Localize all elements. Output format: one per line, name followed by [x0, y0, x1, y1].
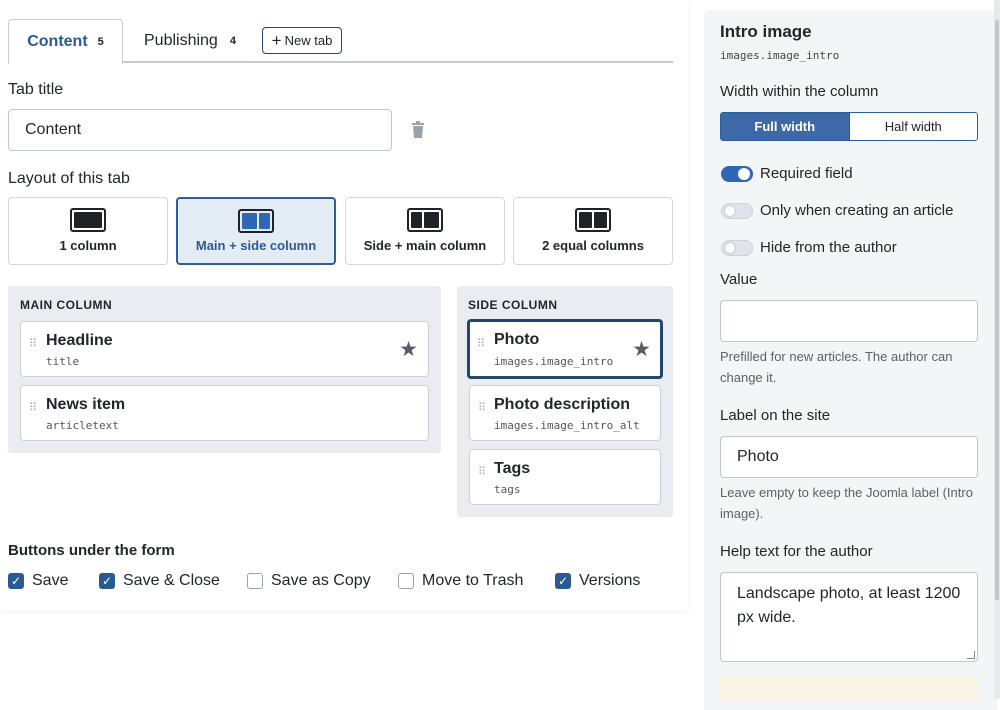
layout-option-main-side[interactable]: Main + side column: [176, 197, 336, 265]
toggle-label: Hide from the author: [760, 239, 897, 256]
field-name: Photo description: [494, 396, 630, 413]
drag-handle-icon[interactable]: ⠿: [477, 339, 485, 356]
field-name: Photo: [494, 331, 540, 348]
resize-handle-icon[interactable]: [967, 651, 975, 659]
tab-label: Content: [27, 33, 88, 50]
trash-icon[interactable]: [410, 121, 426, 138]
panel-field-code: images.image_intro: [720, 49, 840, 62]
tab-title-label: Tab title: [8, 81, 64, 98]
field-code: title: [46, 355, 80, 368]
help-text-label: Help text for the author: [720, 543, 873, 560]
field-card-photo-description[interactable]: ⠿ Photo description images.image_intro_a…: [469, 385, 661, 441]
checkmark-icon[interactable]: ✓: [555, 573, 571, 589]
toggle-label: Required field: [760, 165, 853, 182]
site-label-input[interactable]: Photo: [720, 436, 978, 478]
field-code: images.image_intro: [494, 355, 614, 368]
scrollbar-track[interactable]: [994, 0, 1000, 699]
help-text-textarea[interactable]: Landscape photo, at least 1200 px wide.: [720, 572, 978, 662]
main-side-column-icon: [238, 209, 274, 233]
checkbox-empty[interactable]: [247, 573, 263, 589]
layout-option-label: Side + main column: [363, 238, 487, 253]
field-code: images.image_intro_alt: [494, 419, 640, 432]
layout-option-label: 2 equal columns: [542, 238, 644, 253]
checkbox-move-to-trash[interactable]: Move to Trash: [398, 572, 523, 590]
new-tab-label: New tab: [284, 33, 333, 48]
new-tab-button[interactable]: + New tab: [262, 27, 342, 54]
side-main-column-icon: [407, 208, 443, 232]
layout-option-label: 1 column: [59, 238, 117, 253]
toggle-label: Only when creating an article: [760, 202, 954, 219]
checkbox-empty[interactable]: [398, 573, 414, 589]
drag-handle-icon[interactable]: ⠿: [478, 403, 486, 420]
main-column-heading: MAIN COLUMN: [20, 298, 113, 312]
tab-count-badge: 5: [97, 36, 104, 48]
field-card-news-item[interactable]: ⠿ News item articletext: [20, 385, 429, 441]
width-option-full[interactable]: Full width: [721, 113, 849, 140]
value-help-text: Prefilled for new articles. The author c…: [720, 349, 953, 385]
layout-label: Layout of this tab: [8, 170, 130, 187]
field-card-headline[interactable]: ⠿ Headline title ★: [20, 321, 429, 377]
checkbox-save[interactable]: ✓ Save: [8, 572, 68, 590]
layout-option-label: Main + side column: [195, 238, 317, 253]
drag-handle-icon[interactable]: ⠿: [478, 467, 486, 484]
tab-publishing[interactable]: Publishing 4: [144, 19, 236, 63]
field-name: Tags: [494, 460, 531, 477]
toggle-hide-author[interactable]: [721, 240, 753, 256]
side-column-zone: SIDE COLUMN ⠿ Photo images.image_intro ★…: [457, 286, 673, 517]
checkbox-label: Save: [32, 572, 69, 589]
drag-handle-icon[interactable]: ⠿: [29, 403, 37, 420]
checkmark-icon[interactable]: ✓: [99, 573, 115, 589]
notice-box: [720, 678, 978, 699]
field-card-tags[interactable]: ⠿ Tags tags: [469, 449, 661, 505]
main-column-zone: MAIN COLUMN ⠿ Headline title ★ ⠿ News it…: [8, 286, 441, 453]
plus-icon: +: [271, 30, 282, 50]
one-column-icon: [70, 208, 106, 232]
checkbox-save-close[interactable]: ✓ Save & Close: [99, 572, 220, 590]
checkbox-label: Save & Close: [123, 572, 220, 589]
buttons-heading: Buttons under the form: [8, 542, 175, 559]
width-label: Width within the column: [720, 83, 879, 100]
tab-content[interactable]: Content 5: [8, 19, 123, 64]
two-equal-columns-icon: [575, 208, 611, 232]
star-icon[interactable]: ★: [399, 337, 418, 362]
tab-count-badge: 4: [229, 35, 236, 47]
checkbox-label: Versions: [579, 572, 641, 589]
drag-handle-icon[interactable]: ⠿: [29, 339, 37, 356]
value-input[interactable]: [720, 300, 978, 342]
panel-title: Intro image: [720, 22, 812, 41]
site-label-label: Label on the site: [720, 407, 831, 424]
value-label: Value: [720, 271, 758, 288]
tab-label: Publishing: [144, 32, 218, 49]
field-code: articletext: [46, 419, 119, 432]
checkbox-label: Save as Copy: [271, 572, 371, 589]
width-option-half[interactable]: Half width: [848, 113, 977, 140]
editor-panel: Content 5 Publishing 4 + New tab Tab tit…: [0, 0, 688, 610]
side-column-heading: SIDE COLUMN: [468, 298, 558, 312]
layout-option-side-main[interactable]: Side + main column: [345, 197, 505, 265]
field-code: tags: [494, 483, 521, 496]
field-name: News item: [46, 396, 126, 413]
toggle-only-creating[interactable]: [721, 203, 753, 219]
layout-option-1-column[interactable]: 1 column: [8, 197, 168, 265]
help-text-value: Landscape photo, at least 1200 px wide.: [737, 585, 961, 626]
checkbox-versions[interactable]: ✓ Versions: [555, 572, 640, 590]
layout-option-2-equal[interactable]: 2 equal columns: [513, 197, 673, 265]
toggle-required[interactable]: [721, 166, 753, 182]
star-icon[interactable]: ★: [632, 337, 651, 362]
checkbox-label: Move to Trash: [422, 572, 524, 589]
tab-title-input[interactable]: Content: [8, 109, 392, 151]
field-card-photo[interactable]: ⠿ Photo images.image_intro ★: [467, 319, 663, 379]
checkbox-save-as-copy[interactable]: Save as Copy: [247, 572, 371, 590]
width-segmented-control: Full width Half width: [720, 112, 978, 141]
site-label-help-text: Leave empty to keep the Joomla label (In…: [720, 485, 973, 521]
field-name: Headline: [46, 332, 113, 349]
checkmark-icon[interactable]: ✓: [8, 573, 24, 589]
scrollbar-thumb[interactable]: [995, 20, 999, 600]
